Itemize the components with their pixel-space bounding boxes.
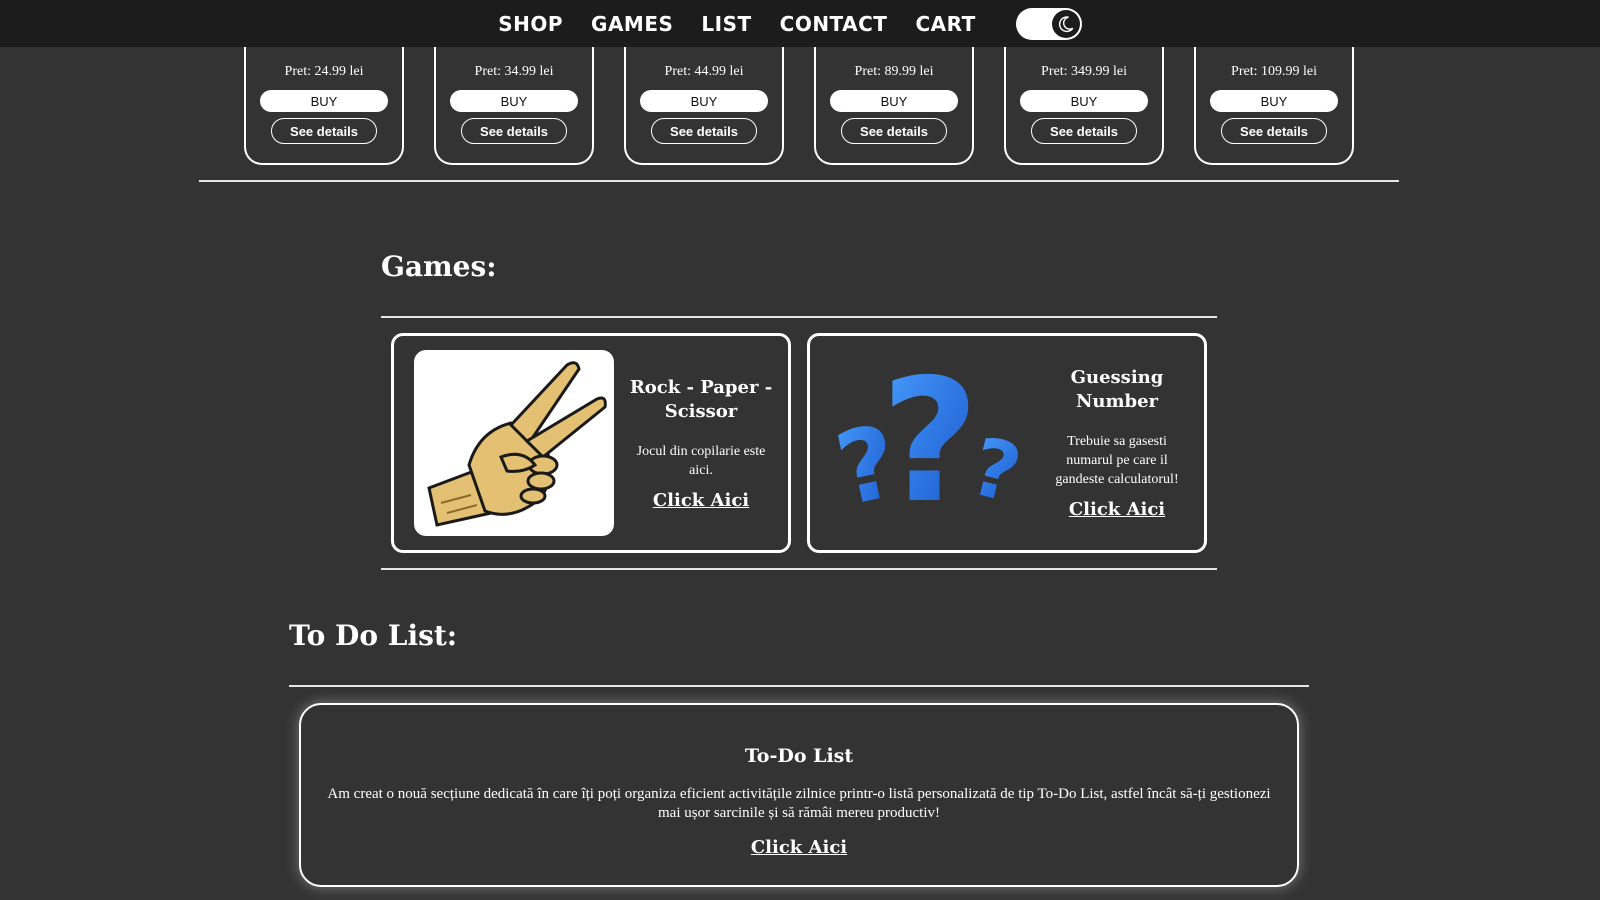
see-details-button[interactable]: See details	[651, 118, 757, 144]
nav-shop[interactable]: SHOP	[498, 12, 563, 36]
todo-card-title: To-Do List	[744, 745, 854, 767]
see-details-button[interactable]: See details	[1031, 118, 1137, 144]
nav-contact[interactable]: CONTACT	[780, 12, 888, 36]
game-title: Rock - Paper - Scissor	[629, 376, 773, 422]
game-info: Rock - Paper - Scissor Jocul din copilar…	[614, 376, 788, 511]
buy-button[interactable]: BUY	[1020, 90, 1148, 112]
game-info: Guessing Number Trebuie sa gasesti numar…	[1030, 366, 1204, 520]
divider	[381, 316, 1217, 318]
top-navbar: SHOP GAMES LIST CONTACT CART	[0, 0, 1600, 47]
game-card-rps: Rock - Paper - Scissor Jocul din copilar…	[391, 333, 791, 553]
nav-games[interactable]: GAMES	[591, 12, 673, 36]
peace-hand-icon	[414, 350, 614, 536]
product-price: Pret: 349.99 lei	[1041, 64, 1127, 79]
product-price: Pret: 34.99 lei	[474, 64, 554, 79]
buy-button[interactable]: BUY	[1210, 90, 1338, 112]
product-price: Pret: 24.99 lei	[284, 64, 364, 79]
theme-toggle[interactable]	[1015, 7, 1082, 40]
product-price: Pret: 89.99 lei	[854, 64, 934, 79]
nav-links: SHOP GAMES LIST CONTACT CART	[498, 12, 976, 36]
product-price: Pret: 44.99 lei	[664, 64, 744, 79]
buy-button[interactable]: BUY	[260, 90, 388, 112]
see-details-button[interactable]: See details	[461, 118, 567, 144]
game-link-guessing[interactable]: Click Aici	[1069, 499, 1165, 520]
game-title: Guessing Number	[1070, 367, 1164, 412]
todo-link[interactable]: Click Aici	[751, 837, 847, 858]
nav-list[interactable]: LIST	[701, 12, 751, 36]
see-details-button[interactable]: See details	[271, 118, 377, 144]
game-link-rps[interactable]: Click Aici	[653, 490, 749, 511]
games-heading: Games:	[381, 250, 497, 283]
see-details-button[interactable]: See details	[1221, 118, 1327, 144]
buy-button[interactable]: BUY	[830, 90, 958, 112]
nav-cart[interactable]: CART	[915, 12, 975, 36]
game-description: Jocul din copilarie este aici.	[636, 443, 766, 478]
question-marks-icon: ? ? ?	[830, 350, 1030, 536]
todo-heading: To Do List:	[289, 619, 458, 652]
divider	[289, 685, 1309, 687]
moon-icon	[1051, 9, 1080, 38]
buy-button[interactable]: BUY	[640, 90, 768, 112]
divider	[381, 568, 1217, 570]
todo-card: To-Do List Am creat o nouă secțiune dedi…	[299, 703, 1299, 887]
game-description: Trebuie sa gasesti numarul pe care il ga…	[1055, 434, 1179, 487]
game-card-guessing: ? ? ? Guessing Number Trebuie sa gasesti…	[807, 333, 1207, 553]
todo-description: Am creat o nouă secțiune dedicată în car…	[327, 786, 1271, 821]
see-details-button[interactable]: See details	[841, 118, 947, 144]
product-price: Pret: 109.99 lei	[1231, 64, 1317, 79]
buy-button[interactable]: BUY	[450, 90, 578, 112]
divider	[199, 180, 1399, 182]
